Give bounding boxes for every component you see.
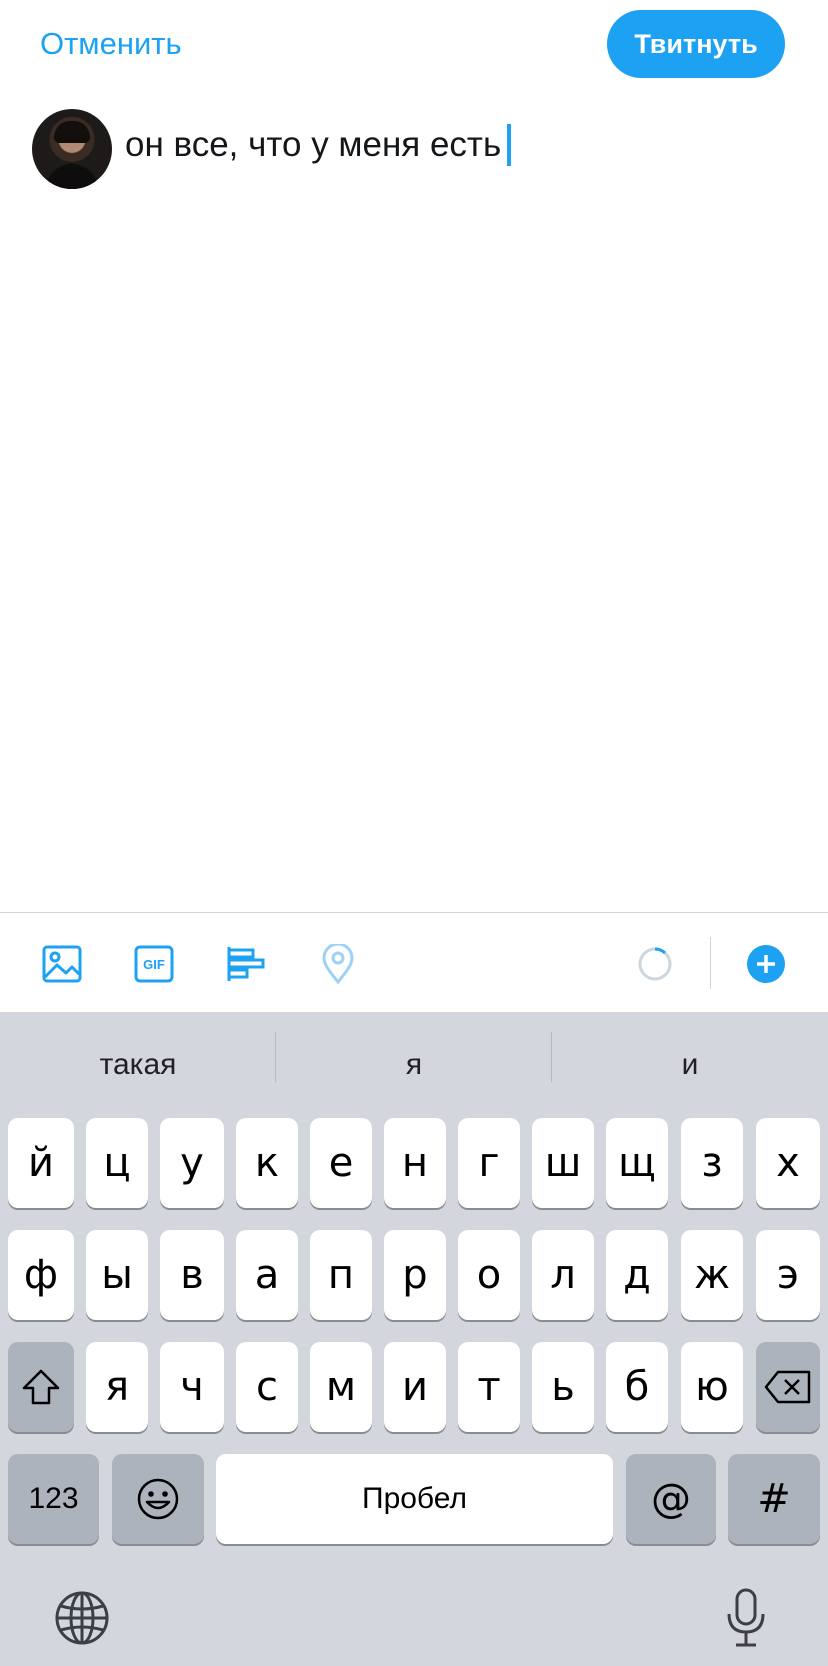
tweet-button[interactable]: Твитнуть bbox=[607, 10, 785, 78]
tweet-text: он все, что у меня есть bbox=[125, 125, 502, 164]
key[interactable]: ч bbox=[160, 1342, 224, 1432]
key[interactable]: й bbox=[8, 1118, 74, 1208]
key[interactable]: ф bbox=[8, 1230, 74, 1320]
key[interactable]: д bbox=[606, 1230, 668, 1320]
key[interactable]: н bbox=[384, 1118, 446, 1208]
key[interactable]: в bbox=[160, 1230, 224, 1320]
at-key[interactable]: @ bbox=[626, 1454, 716, 1544]
globe-icon[interactable] bbox=[52, 1588, 112, 1648]
numbers-key[interactable]: 123 bbox=[8, 1454, 99, 1544]
key[interactable]: б bbox=[606, 1342, 668, 1432]
key[interactable]: е bbox=[310, 1118, 372, 1208]
key[interactable]: ь bbox=[532, 1342, 594, 1432]
key[interactable]: с bbox=[236, 1342, 298, 1432]
key[interactable]: ш bbox=[532, 1118, 594, 1208]
key[interactable]: л bbox=[532, 1230, 594, 1320]
backspace-icon bbox=[764, 1370, 811, 1404]
backspace-key[interactable] bbox=[756, 1342, 820, 1432]
location-icon[interactable] bbox=[317, 943, 359, 985]
key[interactable]: п bbox=[310, 1230, 372, 1320]
suggestion-bar: такая я и bbox=[0, 1012, 828, 1116]
compose-toolbar: GIF bbox=[0, 912, 828, 1012]
key[interactable]: о bbox=[458, 1230, 520, 1320]
suggestion-item[interactable]: такая bbox=[0, 1030, 276, 1100]
key[interactable]: г bbox=[458, 1118, 520, 1208]
toolbar-divider bbox=[710, 937, 711, 989]
key[interactable]: а bbox=[236, 1230, 298, 1320]
key[interactable]: щ bbox=[606, 1118, 668, 1208]
suggestion-item[interactable]: я bbox=[276, 1030, 552, 1100]
key[interactable]: у bbox=[160, 1118, 224, 1208]
key[interactable]: з bbox=[681, 1118, 743, 1208]
text-caret bbox=[507, 124, 512, 166]
microphone-icon[interactable] bbox=[716, 1588, 776, 1648]
key[interactable]: р bbox=[384, 1230, 446, 1320]
emoji-key[interactable] bbox=[112, 1454, 204, 1544]
gif-label: GIF bbox=[143, 956, 165, 972]
image-icon[interactable] bbox=[41, 943, 83, 985]
space-key[interactable]: Пробел bbox=[216, 1454, 613, 1544]
tweet-text-input[interactable]: он все, что у меня есть bbox=[125, 123, 512, 167]
key[interactable]: и bbox=[384, 1342, 446, 1432]
key[interactable]: к bbox=[236, 1118, 298, 1208]
key[interactable]: ц bbox=[86, 1118, 148, 1208]
poll-icon[interactable] bbox=[225, 943, 267, 985]
key[interactable]: ю bbox=[681, 1342, 743, 1432]
keyboard: такая я и й ц у к е н г ш щ з х ф ы в а … bbox=[0, 1012, 828, 1666]
key[interactable]: э bbox=[756, 1230, 820, 1320]
hash-key[interactable]: # bbox=[728, 1454, 820, 1544]
emoji-icon bbox=[137, 1478, 179, 1520]
cancel-button[interactable]: Отменить bbox=[40, 22, 182, 66]
gif-icon[interactable]: GIF bbox=[133, 943, 175, 985]
suggestion-item[interactable]: и bbox=[552, 1030, 828, 1100]
key[interactable]: ж bbox=[681, 1230, 743, 1320]
key[interactable]: т bbox=[458, 1342, 520, 1432]
key[interactable]: м bbox=[310, 1342, 372, 1432]
key[interactable]: х bbox=[756, 1118, 820, 1208]
character-counter-icon bbox=[634, 943, 676, 985]
key[interactable]: ы bbox=[86, 1230, 148, 1320]
key[interactable]: я bbox=[86, 1342, 148, 1432]
shift-key[interactable] bbox=[8, 1342, 74, 1432]
user-avatar[interactable] bbox=[32, 109, 112, 189]
shift-icon bbox=[22, 1369, 60, 1405]
add-thread-icon[interactable] bbox=[745, 943, 787, 985]
